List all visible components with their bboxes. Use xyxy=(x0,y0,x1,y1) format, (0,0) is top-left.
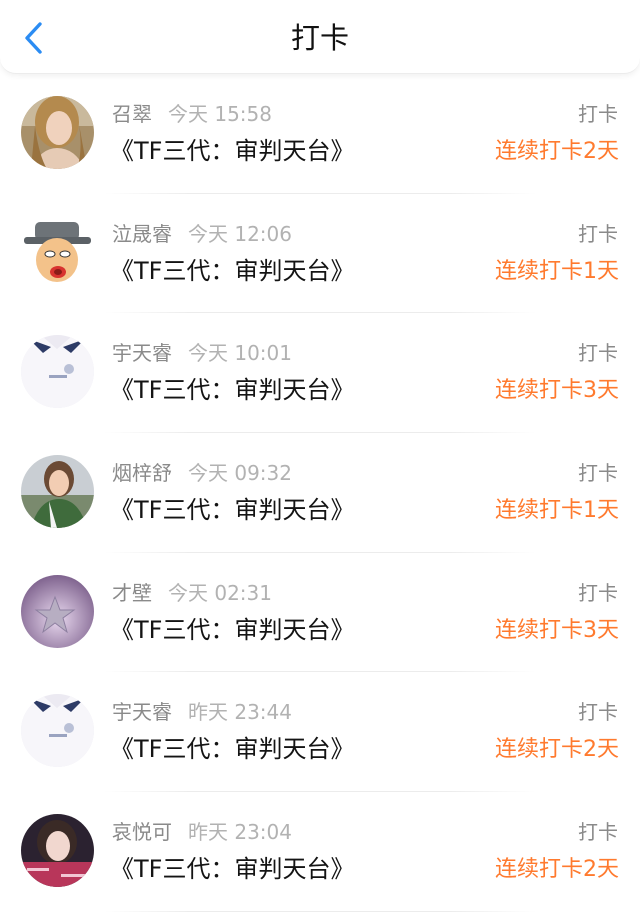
avatar[interactable] xyxy=(21,814,94,888)
star-photo-icon xyxy=(21,574,94,648)
list-item[interactable]: 宇天睿 昨天 23:44 《TF三代：审判天台》 打卡 连续打卡2天 xyxy=(0,672,640,793)
row-meta: 泣晟睿 今天 12:06 xyxy=(112,220,292,248)
timestamp: 今天 12:06 xyxy=(188,221,292,246)
book-title[interactable]: 《TF三代：审判天台》 xyxy=(110,493,354,527)
streak-label: 连续打卡1天 xyxy=(495,498,619,524)
username[interactable]: 泣晟睿 xyxy=(112,222,172,246)
action-label: 打卡 xyxy=(578,820,618,845)
streak-label: 连续打卡3天 xyxy=(495,617,619,643)
list-item[interactable]: 召翠 今天 15:58 《TF三代：审判天台》 打卡 连续打卡2天 xyxy=(0,74,640,194)
divider xyxy=(104,910,536,912)
action-label: 打卡 xyxy=(578,580,618,605)
timestamp: 今天 09:32 xyxy=(188,461,292,486)
streak-label: 连续打卡1天 xyxy=(495,258,619,284)
row-meta: 宇天睿 昨天 23:44 xyxy=(112,698,292,726)
avatar[interactable] xyxy=(21,96,94,169)
row-meta: 宇天睿 今天 10:01 xyxy=(112,339,292,367)
username[interactable]: 才壁 xyxy=(112,581,152,605)
book-title[interactable]: 《TF三代：审判天台》 xyxy=(110,373,354,407)
nav-bar: 打卡 xyxy=(0,0,640,74)
user-photo-icon xyxy=(21,455,94,529)
action-label: 打卡 xyxy=(578,341,618,366)
cartoon-old-man-icon xyxy=(21,215,94,289)
list-item[interactable]: 宇天睿 今天 10:01 《TF三代：审判天台》 打卡 连续打卡3天 xyxy=(0,313,640,434)
action-label: 打卡 xyxy=(578,102,618,126)
username[interactable]: 烟梓舒 xyxy=(112,461,172,485)
book-title[interactable]: 《TF三代：审判天台》 xyxy=(110,732,354,766)
checkin-list: 召翠 今天 15:58 《TF三代：审判天台》 打卡 连续打卡2天 泣晟睿 今天 1… xyxy=(0,74,640,912)
streak-label: 连续打卡2天 xyxy=(495,139,619,164)
page-title: 打卡 xyxy=(290,21,349,55)
list-item[interactable]: 哀悦可 昨天 23:04 《TF三代：审判天台》 打卡 连续打卡2天 xyxy=(0,792,640,912)
book-title[interactable]: 《TF三代：审判天台》 xyxy=(110,254,354,288)
user-photo-icon xyxy=(21,814,94,888)
avatar[interactable] xyxy=(21,215,94,289)
book-title[interactable]: 《TF三代：审判天台》 xyxy=(110,134,354,168)
avatar[interactable] xyxy=(21,335,94,409)
timestamp: 今天 02:31 xyxy=(168,580,272,605)
timestamp: 今天 10:01 xyxy=(188,341,292,366)
timestamp: 昨天 23:04 xyxy=(188,820,292,845)
streak-label: 连续打卡2天 xyxy=(495,737,619,763)
username[interactable]: 召翠 xyxy=(112,102,152,126)
streak-label: 连续打卡3天 xyxy=(495,378,619,404)
avatar[interactable] xyxy=(21,574,94,648)
book-title[interactable]: 《TF三代：审判天台》 xyxy=(110,613,354,647)
username[interactable]: 哀悦可 xyxy=(112,820,172,844)
avatar[interactable] xyxy=(21,694,94,768)
list-item[interactable]: 泣晟睿 今天 12:06 《TF三代：审判天台》 打卡 连续打卡1天 xyxy=(0,194,640,314)
book-title[interactable]: 《TF三代：审判天台》 xyxy=(110,852,354,886)
timestamp: 昨天 23:44 xyxy=(188,700,292,725)
username[interactable]: 宇天睿 xyxy=(112,700,172,724)
action-label: 打卡 xyxy=(578,461,618,486)
streak-label: 连续打卡2天 xyxy=(495,857,619,883)
polo-shirt-photo-icon xyxy=(21,335,94,409)
avatar[interactable] xyxy=(21,455,94,529)
row-meta: 烟梓舒 今天 09:32 xyxy=(112,459,292,487)
action-label: 打卡 xyxy=(578,700,618,725)
timestamp: 今天 15:58 xyxy=(168,102,272,126)
list-item[interactable]: 烟梓舒 今天 09:32 《TF三代：审判天台》 打卡 连续打卡1天 xyxy=(0,433,640,553)
action-label: 打卡 xyxy=(578,221,618,246)
polo-shirt-photo-icon xyxy=(21,694,94,768)
row-meta: 哀悦可 昨天 23:04 xyxy=(112,818,292,846)
row-meta: 才壁 今天 02:31 xyxy=(112,579,272,607)
username[interactable]: 宇天睿 xyxy=(112,341,172,365)
user-photo-icon xyxy=(21,96,94,169)
list-item[interactable]: 才壁 今天 02:31 《TF三代：审判天台》 打卡 连续打卡3天 xyxy=(0,553,640,673)
row-meta: 召翠 今天 15:58 xyxy=(112,100,272,128)
